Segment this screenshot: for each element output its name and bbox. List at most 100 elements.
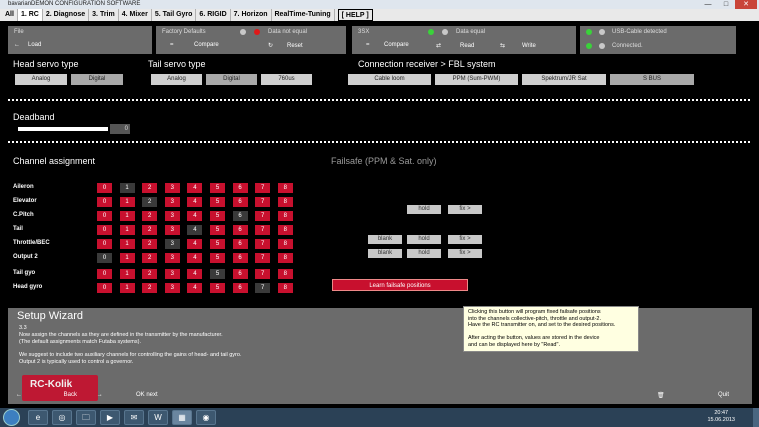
minimize-button[interactable]: — [701,0,715,9]
maximize-button[interactable]: □ [719,0,733,9]
channel-button[interactable]: 3 [164,253,180,263]
channel-button[interactable]: 0 [97,283,112,293]
channel-button[interactable]: 3 [164,183,180,193]
tail-servo-760us[interactable]: 760us [261,74,312,85]
head-servo-digital[interactable]: Digital [71,74,123,85]
channel-button[interactable]: 4 [187,183,203,193]
channel-button[interactable]: 1 [119,283,135,293]
channel-button[interactable]: 0 [97,239,112,249]
tab-tail-gyro[interactable]: 5. Tail Gyro [152,9,197,21]
tab-realtime-tuning[interactable]: RealTime-Tuning [272,9,335,21]
channel-button[interactable]: 8 [277,253,293,263]
mail-icon[interactable]: ✉ [124,410,144,425]
channel-button[interactable]: 6 [232,283,248,293]
receiver-spektrum[interactable]: Spektrum/JR Sat [522,74,606,85]
channel-button[interactable]: 5 [210,253,225,263]
explorer-icon[interactable]: 🗀 [76,410,96,425]
channel-button[interactable]: 7 [255,211,271,221]
deadband-value[interactable]: 0 [110,124,130,134]
tab-rc[interactable]: 1. RC [17,9,43,21]
failsafe-fix-cpitch[interactable]: fix > [448,205,482,214]
channel-button[interactable]: 4 [187,239,203,249]
receiver-sbus[interactable]: S BUS [610,74,694,85]
tab-help[interactable]: [ HELP ] [337,9,373,21]
write-button[interactable]: ⇆ Write [500,42,536,49]
channel-button[interactable]: 2 [142,239,158,249]
channel-button[interactable]: 1 [119,269,135,279]
start-button[interactable] [3,409,20,426]
tab-all[interactable]: All [2,9,18,21]
channel-button[interactable]: 5 [210,225,225,235]
channel-button[interactable]: 3 [164,225,180,235]
channel-button[interactable]: 8 [277,239,293,249]
channel-button[interactable]: 7 [255,183,271,193]
channel-button[interactable]: 8 [277,197,293,207]
channel-button[interactable]: 0 [97,183,112,193]
channel-button[interactable]: 0 [97,211,112,221]
channel-button[interactable]: 5 [210,211,225,221]
channel-button[interactable]: 1 [119,211,135,221]
channel-button[interactable]: 6 [232,183,248,193]
read-button[interactable]: ⇄ Read [436,42,474,49]
channel-button[interactable]: 3 [164,197,180,207]
failsafe-hold-throttle[interactable]: hold [407,235,441,244]
channel-button[interactable]: 1 [119,253,135,263]
failsafe-blank-throttle[interactable]: blank [368,235,402,244]
tab-diagnose[interactable]: 2. Diagnose [43,9,90,21]
channel-button[interactable]: 3 [164,269,180,279]
channel-button[interactable]: 2 [142,225,158,235]
ok-next-button[interactable]: OK next [136,392,158,398]
channel-button[interactable]: 1 [119,197,135,207]
channel-button[interactable]: 3 [164,239,180,249]
channel-button[interactable]: 4 [187,283,203,293]
failsafe-hold-output2[interactable]: hold [407,249,441,258]
channel-button[interactable]: 6 [232,225,248,235]
channel-button[interactable]: 8 [277,269,293,279]
factory-compare-button[interactable]: = Compare [170,42,219,48]
tail-servo-analog[interactable]: Analog [151,74,202,85]
channel-button[interactable]: 7 [255,283,271,293]
config-app-icon[interactable]: ▦ [172,410,192,425]
channel-button[interactable]: 2 [142,283,158,293]
receiver-ppm[interactable]: PPM (Sum-PWM) [435,74,518,85]
channel-button[interactable]: 8 [277,283,293,293]
channel-button[interactable]: 0 [97,197,112,207]
quit-button[interactable]: Quit [718,392,729,398]
channel-button[interactable]: 7 [255,269,271,279]
app-icon[interactable]: ◉ [196,410,216,425]
channel-button[interactable]: 5 [210,197,225,207]
channel-button[interactable]: 8 [277,183,293,193]
receiver-cable-loom[interactable]: Cable loom [348,74,431,85]
tab-horizon[interactable]: 7. Horizon [231,9,272,21]
channel-button[interactable]: 2 [142,211,158,221]
channel-button[interactable]: 4 [187,211,203,221]
channel-button[interactable]: 2 [142,183,158,193]
channel-button[interactable]: 2 [142,269,158,279]
channel-button[interactable]: 7 [255,225,271,235]
channel-button[interactable]: 4 [187,225,203,235]
learn-failsafe-button[interactable]: Learn failsafe positions [332,279,468,291]
channel-button[interactable]: 5 [210,269,225,279]
media-player-icon[interactable]: ▶ [100,410,120,425]
device-compare-button[interactable]: = Compare [366,42,409,48]
channel-button[interactable]: 5 [210,183,225,193]
back-button[interactable]: ← Back → [16,392,103,398]
failsafe-fix-throttle[interactable]: fix > [448,235,482,244]
channel-button[interactable]: 3 [164,211,180,221]
channel-button[interactable]: 5 [210,239,225,249]
channel-button[interactable]: 0 [97,225,112,235]
head-servo-analog[interactable]: Analog [15,74,67,85]
channel-button[interactable]: 6 [232,269,248,279]
ie-icon[interactable]: e [28,410,48,425]
failsafe-blank-output2[interactable]: blank [368,249,402,258]
tail-servo-digital[interactable]: Digital [206,74,257,85]
channel-button[interactable]: 6 [232,197,248,207]
channel-button[interactable]: 2 [142,253,158,263]
word-icon[interactable]: W [148,410,168,425]
channel-button[interactable]: 4 [187,253,203,263]
channel-button[interactable]: 7 [255,197,271,207]
channel-button[interactable]: 1 [119,183,135,193]
channel-button[interactable]: 3 [164,283,180,293]
load-button[interactable]: ← Load [14,42,41,48]
close-button[interactable]: ✕ [735,0,757,9]
